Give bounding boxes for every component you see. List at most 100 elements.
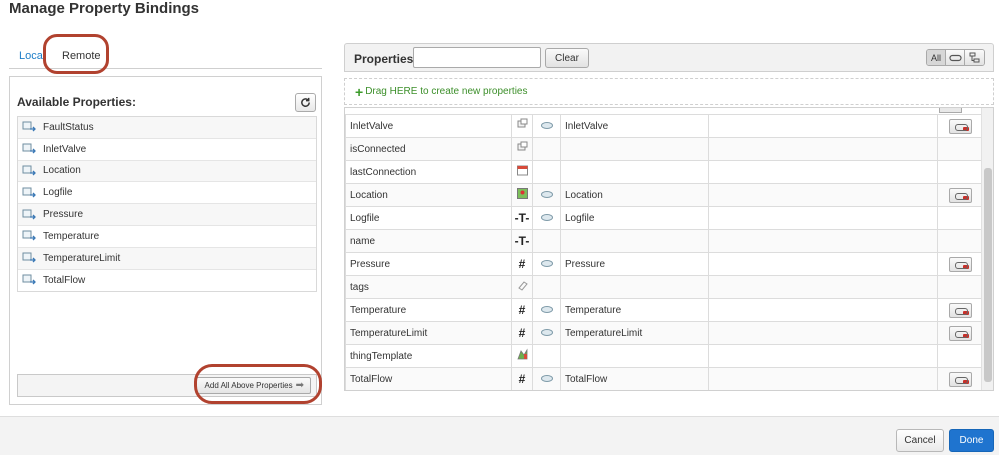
drag-create-zone[interactable]: + Drag HERE to create new properties xyxy=(344,78,994,105)
property-extra-cell xyxy=(708,137,938,161)
property-row[interactable]: Location Location xyxy=(345,183,983,207)
remote-property-icon xyxy=(22,274,36,285)
available-property-item[interactable]: FaultStatus xyxy=(18,117,316,139)
property-row[interactable]: isConnected xyxy=(345,137,983,161)
tree-filter-icon xyxy=(969,52,980,63)
unbind-button[interactable] xyxy=(948,187,972,203)
property-row[interactable]: thingTemplate xyxy=(345,344,983,368)
available-property-item[interactable]: Logfile xyxy=(18,182,316,205)
property-extra-cell xyxy=(708,321,938,345)
remote-property-icon xyxy=(22,143,36,154)
drag-hint-text: Drag HERE to create new properties xyxy=(365,86,528,97)
unbind-button[interactable] xyxy=(948,371,972,387)
grid-scrollbar[interactable] xyxy=(981,108,993,390)
number-icon: # xyxy=(518,257,526,271)
done-button[interactable]: Done xyxy=(949,429,994,452)
property-extra-cell xyxy=(708,183,938,207)
property-type-cell xyxy=(511,275,533,299)
tab-bar: Local Remote xyxy=(9,44,322,69)
remote-source-name xyxy=(560,229,709,253)
property-row[interactable]: TemperatureLimit # TemperatureLimit xyxy=(345,321,983,345)
binding-indicator-cell xyxy=(532,137,561,161)
remote-source-name: Location xyxy=(560,183,709,207)
properties-table: InletValve InletValve isConnected lastConne… xyxy=(345,114,983,390)
property-row[interactable]: tags xyxy=(345,275,983,299)
properties-title: Properties xyxy=(354,52,414,66)
dialog-title: Manage Property Bindings xyxy=(9,0,200,17)
unbind-button-partial[interactable] xyxy=(939,108,962,113)
property-row[interactable]: lastConnection xyxy=(345,160,983,184)
property-name: thingTemplate xyxy=(345,344,512,368)
property-type-cell: # xyxy=(511,321,533,345)
add-all-properties-button[interactable]: Add All Above Properties ➡ xyxy=(195,377,311,394)
property-extra-cell xyxy=(708,114,938,138)
property-extra-cell xyxy=(708,275,938,299)
binding-indicator-cell xyxy=(532,321,561,345)
property-action-cell xyxy=(937,367,983,390)
property-row[interactable]: InletValve InletValve xyxy=(345,114,983,138)
tab-local[interactable]: Local xyxy=(19,50,45,62)
binding-indicator-cell xyxy=(532,298,561,322)
property-row[interactable]: name -T- xyxy=(345,229,983,253)
property-extra-cell xyxy=(708,160,938,184)
property-type-cell xyxy=(511,114,533,138)
available-property-item[interactable]: TemperatureLimit xyxy=(18,247,316,270)
property-action-cell xyxy=(937,298,983,322)
thingtemplate-icon xyxy=(516,348,527,360)
available-properties-panel: Available Properties: FaultStatus InletVa… xyxy=(9,76,322,405)
binding-indicator-cell xyxy=(532,206,561,230)
property-type-cell: -T- xyxy=(511,229,533,253)
unbind-button[interactable] xyxy=(948,325,972,341)
property-row[interactable]: Logfile -T- Logfile xyxy=(345,206,983,230)
boolean-icon xyxy=(517,141,527,151)
cancel-button[interactable]: Cancel xyxy=(896,429,944,452)
property-name: Logfile xyxy=(345,206,512,230)
property-row[interactable]: Pressure # Pressure xyxy=(345,252,983,276)
remote-property-icon xyxy=(22,187,36,198)
filter-tree-button[interactable] xyxy=(965,50,984,65)
binding-indicator-cell xyxy=(532,367,561,390)
unbind-button[interactable] xyxy=(948,256,972,272)
properties-grid: InletValve InletValve isConnected lastConne… xyxy=(344,107,994,391)
property-action-cell xyxy=(937,183,983,207)
available-property-label: Location xyxy=(43,165,81,177)
bound-filter-icon xyxy=(948,54,962,61)
available-property-item[interactable]: Pressure xyxy=(18,204,316,226)
grid-scrollbar-thumb[interactable] xyxy=(984,168,992,382)
remote-binding-icon xyxy=(540,306,553,314)
remote-binding-icon xyxy=(540,375,553,383)
property-name: TotalFlow xyxy=(345,367,512,390)
refresh-button[interactable] xyxy=(295,93,316,112)
unbind-button[interactable] xyxy=(948,302,972,318)
properties-search-input[interactable] xyxy=(413,47,541,68)
filter-all-button[interactable]: All xyxy=(927,50,946,65)
number-icon: # xyxy=(518,326,526,340)
string-icon: -T- xyxy=(514,234,530,248)
property-type-cell xyxy=(511,344,533,368)
available-property-label: Pressure xyxy=(43,209,84,221)
dialog-footer: Cancel Done xyxy=(0,416,999,455)
filter-bound-button[interactable] xyxy=(946,50,965,65)
property-row[interactable]: Temperature # Temperature xyxy=(345,298,983,322)
remote-source-name: Pressure xyxy=(560,252,709,276)
available-properties-title: Available Properties: xyxy=(17,95,136,109)
remote-binding-icon xyxy=(540,329,553,337)
binding-indicator-cell xyxy=(532,344,561,368)
unbind-button[interactable] xyxy=(948,118,972,134)
property-type-cell: # xyxy=(511,367,533,390)
remote-binding-icon xyxy=(540,214,553,222)
tab-remote[interactable]: Remote xyxy=(62,50,101,62)
available-property-item[interactable]: Temperature xyxy=(18,225,316,248)
remote-source-name: TotalFlow xyxy=(560,367,709,390)
property-action-cell xyxy=(937,114,983,138)
available-property-item[interactable]: Location xyxy=(18,160,316,183)
available-property-item[interactable]: TotalFlow xyxy=(18,269,316,292)
available-property-label: Logfile xyxy=(43,187,73,199)
available-property-item[interactable]: InletValve xyxy=(18,138,316,161)
tags-icon xyxy=(517,281,528,291)
property-row[interactable]: TotalFlow # TotalFlow xyxy=(345,367,983,390)
property-name: Pressure xyxy=(345,252,512,276)
clear-button[interactable]: Clear xyxy=(545,48,589,68)
property-name: lastConnection xyxy=(345,160,512,184)
remote-property-icon xyxy=(22,165,36,176)
